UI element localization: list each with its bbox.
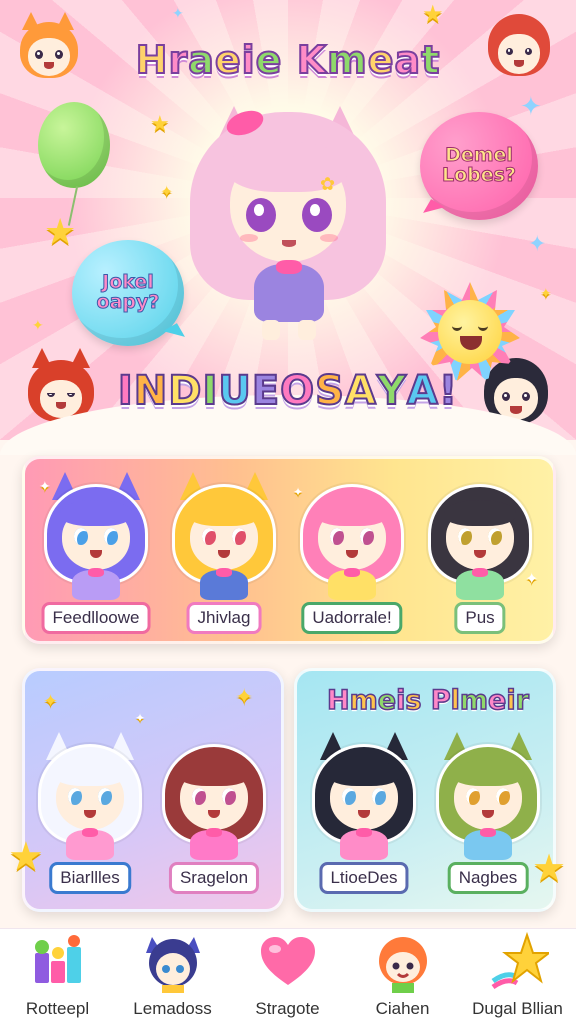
character-card[interactable]: Pus: [416, 462, 544, 634]
speech-bubble-blue: Jokel oapy?: [72, 240, 184, 346]
character-name-label: Feedlloowe: [41, 602, 151, 634]
character-name-label: Sragelon: [168, 862, 260, 894]
character-name-label: Uadorrale!: [301, 602, 403, 634]
rainbow-star-icon: [487, 931, 552, 993]
green-balloon-icon: [38, 102, 110, 188]
star-icon: ★: [44, 212, 77, 253]
character-card[interactable]: Biarllles: [28, 722, 152, 894]
character-card[interactable]: Jhivlag: [160, 462, 288, 634]
star-icon: ✦: [235, 685, 254, 710]
nav-item-rotteepl[interactable]: Rotteepl: [0, 929, 115, 1024]
game-title: Hraeie Kmeat: [135, 37, 441, 83]
nav-item-lemadoss[interactable]: Lemadoss: [115, 929, 230, 1024]
star-icon: ★: [532, 846, 567, 890]
character-name-label: Pus: [454, 602, 506, 634]
star-icon: ★: [422, 0, 444, 28]
hair-clip-icon: ✿: [320, 174, 336, 195]
star-icon: ✦: [540, 286, 552, 302]
nav-item-stragote[interactable]: Stragote: [230, 929, 345, 1024]
star-icon: ★: [8, 834, 44, 880]
character-name-label: Jhivlag: [186, 602, 262, 634]
character-card[interactable]: LtioeDes: [302, 722, 426, 894]
sparkle-icon: ✦: [32, 318, 44, 334]
nav-label: Ciahen: [375, 999, 430, 1018]
sparkle-icon: ✦: [172, 6, 184, 22]
star-icon: ★: [150, 112, 170, 137]
ribbon-icon: [276, 260, 302, 274]
heart-icon: [257, 931, 319, 993]
nav-item-ciahen[interactable]: Ciahen: [345, 929, 460, 1024]
panel-heading: Hmeis Plmeir: [326, 684, 529, 717]
character-name-label: Nagbes: [447, 862, 529, 894]
fox-boy-icon: [372, 931, 434, 993]
character-card[interactable]: Uadorrale!: [288, 462, 416, 634]
game-subtitle: INDIUEOSAYA!: [117, 367, 459, 415]
star-icon: ✦: [43, 691, 59, 712]
character-name-label: LtioeDes: [319, 862, 409, 894]
main-character: ✿: [190, 94, 386, 344]
bottom-navigation: Rotteepl Lemadoss Stragote Ciahen Dugal …: [0, 928, 576, 1024]
character-card[interactable]: Feedlloowe: [32, 462, 160, 634]
nav-label: Dugal Bllian: [472, 999, 563, 1018]
cat-girl-icon: [142, 931, 204, 993]
smiling-sun-icon: [420, 282, 520, 382]
nav-label: Rotteepl: [25, 999, 90, 1018]
blocks-icon: [27, 931, 89, 993]
nav-item-dugal-bllian[interactable]: Dugal Bllian: [460, 929, 575, 1024]
speech-bubble-pink: Demel Lobes?: [420, 112, 538, 220]
nav-label: Lemadoss: [133, 999, 212, 1018]
star-icon: ✦: [160, 182, 174, 201]
nav-label: Stragote: [255, 999, 320, 1018]
sparkle-icon: ✦: [520, 92, 542, 122]
sparkle-icon: ✦: [528, 232, 547, 257]
character-name-label: Biarllles: [49, 862, 131, 894]
character-card[interactable]: Sragelon: [152, 722, 276, 894]
